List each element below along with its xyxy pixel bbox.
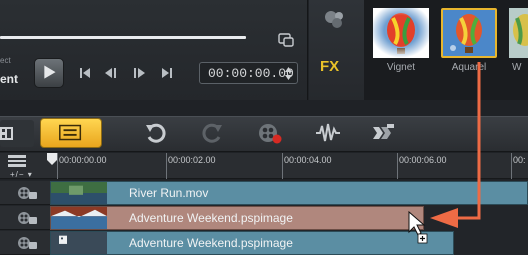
balloon-image-icon [509, 8, 528, 58]
home-button[interactable] [78, 66, 92, 80]
record-capture-icon[interactable] [257, 121, 283, 145]
ruler-tick-label: 00:00:00.00 [59, 155, 107, 165]
project-mode-label[interactable]: ent [0, 72, 18, 86]
overlay-clip-adventure-weekend-2[interactable]: Adventure Weekend.pspimage [50, 231, 454, 255]
overlay-track-icon [18, 212, 37, 224]
ruler-tick [397, 153, 398, 179]
ruler-tick [57, 153, 58, 179]
clip-thumbnail [51, 182, 107, 204]
next-frame-button[interactable] [132, 66, 146, 80]
balloon-image-icon [373, 8, 429, 58]
clip-thumbnail [51, 207, 107, 229]
media-library-icon[interactable] [322, 8, 348, 30]
effect-label-w: W [512, 62, 522, 73]
clip-label: Adventure Weekend.pspimage [129, 211, 293, 225]
end-button[interactable] [160, 66, 174, 80]
playhead-marker-icon[interactable] [47, 153, 57, 165]
clip-thumbnail [51, 232, 107, 254]
redo-icon[interactable] [199, 121, 225, 145]
track-header-video[interactable] [0, 181, 50, 205]
snapshot-icon[interactable] [278, 33, 294, 47]
film-strip-icon [0, 127, 13, 140]
auto-music-icon[interactable] [370, 121, 396, 145]
timeline-view-icon [59, 124, 82, 141]
effect-thumbnail-w[interactable] [509, 8, 528, 58]
undo-icon[interactable] [143, 121, 169, 145]
track-add-remove-toggle[interactable]: +/− ▾ [10, 170, 33, 179]
timecode-value: 00:00:00.00 [208, 66, 294, 81]
play-button[interactable] [34, 58, 64, 88]
storyboard-view-button[interactable] [0, 120, 34, 147]
track-header-overlay-2[interactable] [0, 231, 50, 255]
overlay-clip-adventure-weekend[interactable]: Adventure Weekend.pspimage [50, 206, 424, 230]
previous-frame-button[interactable] [104, 66, 118, 80]
scrub-bar[interactable] [0, 36, 246, 39]
clip-label: Adventure Weekend.pspimage [129, 236, 293, 250]
balloon-image-icon [443, 10, 495, 56]
overlay-track-icon [18, 237, 37, 249]
ruler-tick [166, 153, 167, 179]
timecode-spinner-icon[interactable] [284, 66, 293, 81]
track-manager-icon[interactable] [8, 155, 26, 167]
effect-thumbnail-vignet[interactable] [373, 8, 429, 58]
timeline-view-button[interactable] [40, 118, 102, 148]
ruler-tick-label: 00:00:06.00 [399, 155, 447, 165]
video-clip-river-run[interactable]: River Run.mov [50, 181, 528, 205]
ruler-tick [511, 153, 512, 179]
sound-mixer-icon[interactable] [315, 121, 341, 145]
ruler-tick-label: 00:00:04.00 [284, 155, 332, 165]
track-header-overlay-1[interactable] [0, 206, 50, 230]
video-track-icon [18, 187, 37, 199]
play-icon [44, 65, 56, 79]
ruler-tick-label: 00: [513, 155, 526, 165]
timecode-field[interactable]: 00:00:00.00 [199, 62, 298, 84]
effect-thumbnail-aquarel[interactable] [441, 8, 497, 58]
clip-label: River Run.mov [129, 186, 209, 200]
effect-label-aquarel: Aquarel [451, 62, 487, 73]
ruler-tick [282, 153, 283, 179]
fx-tab[interactable]: FX [320, 58, 339, 75]
effect-label-vignet: Vignet [386, 62, 416, 73]
project-label-top: ect [0, 56, 11, 65]
ruler-tick-label: 00:00:02.00 [168, 155, 216, 165]
